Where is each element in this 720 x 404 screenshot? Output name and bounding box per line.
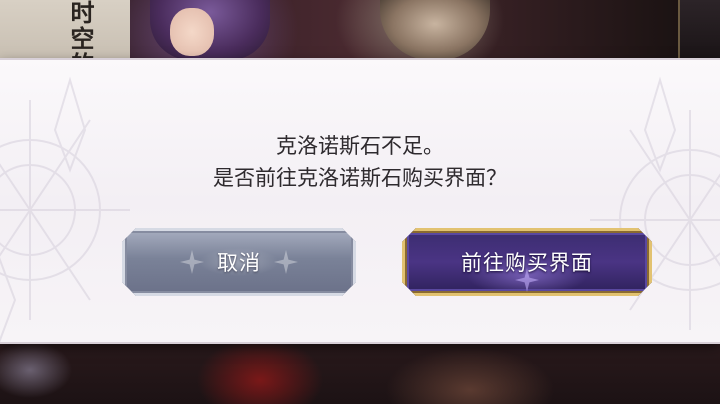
dialog-ornament-left-icon bbox=[0, 76, 130, 342]
dialog-message-line2: 是否前往克洛诺斯石购买界面？ bbox=[213, 166, 507, 190]
background-character-face bbox=[170, 8, 214, 56]
background-character-armored bbox=[380, 0, 490, 60]
go-to-purchase-button[interactable]: 前往购买界面 bbox=[402, 228, 652, 296]
go-to-purchase-button-label: 前往购买界面 bbox=[461, 251, 593, 275]
cancel-button[interactable]: 取消 bbox=[122, 228, 356, 296]
dialog-ornament-right-icon bbox=[590, 76, 720, 330]
sparkle-icon bbox=[274, 250, 298, 274]
cancel-button-label: 取消 bbox=[217, 251, 261, 275]
confirm-dialog: 克洛诺斯石不足。 是否前往克洛诺斯石购买界面？ 取消 前往购买界面 bbox=[0, 60, 720, 342]
background-frame-right bbox=[678, 0, 720, 60]
dialog-message: 克洛诺斯石不足。 是否前往克洛诺斯石购买界面？ bbox=[0, 130, 720, 194]
sparkle-icon bbox=[180, 250, 204, 274]
background-bottom-art bbox=[0, 340, 720, 404]
background-banner bbox=[0, 0, 130, 60]
dialog-message-line1: 克洛诺斯石不足。 bbox=[276, 134, 444, 158]
